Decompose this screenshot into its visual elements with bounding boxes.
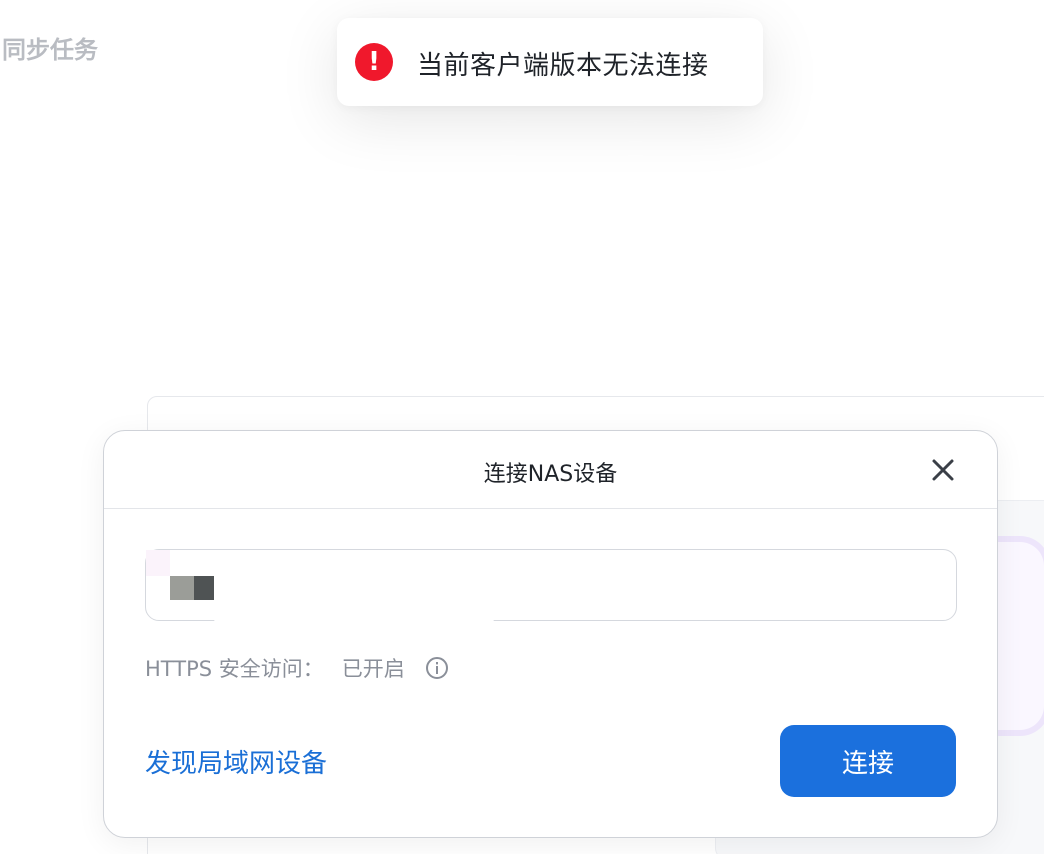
https-label: HTTPS 安全访问： <box>145 657 324 681</box>
redaction-overlay <box>214 550 494 623</box>
connect-button[interactable]: 连接 <box>780 725 956 797</box>
error-toast: ! 当前客户端版本无法连接 <box>337 18 763 106</box>
discover-lan-devices-link[interactable]: 发现局域网设备 <box>145 743 327 780</box>
https-status: 已开启 <box>341 657 405 681</box>
dialog-title: 连接NAS设备 <box>483 462 618 487</box>
mosaic-cell <box>170 576 194 600</box>
https-status-row: HTTPS 安全访问： 已开启 <box>145 653 449 683</box>
toast-message: 当前客户端版本无法连接 <box>417 51 709 81</box>
close-button[interactable] <box>929 456 957 484</box>
dialog-header: 连接NAS设备 <box>104 431 997 509</box>
connect-nas-dialog: 连接NAS设备 HTTPS 安全访问： 已开启 发现局域网设备 连接 <box>103 430 998 838</box>
nas-address-input[interactable] <box>145 549 957 623</box>
close-icon <box>932 459 954 481</box>
page-title: 同步任务 <box>2 36 98 64</box>
app-window: 同步任务 ! 当前客户端版本无法连接 连接NAS设备 HTTPS 安全访问： 已… <box>0 0 1044 854</box>
background-accent <box>990 536 1044 736</box>
exclamation-circle-icon: ! <box>355 43 393 81</box>
redaction-patch <box>146 550 170 576</box>
info-icon[interactable] <box>425 656 449 680</box>
